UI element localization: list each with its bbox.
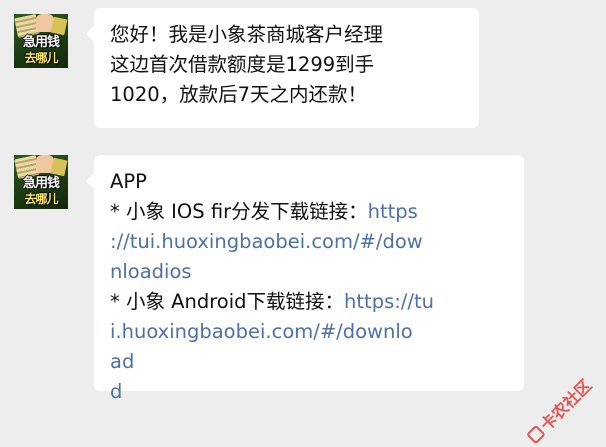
ios-download-label: * 小象 IOS fir分发下载链接： bbox=[110, 200, 368, 223]
ios-download-link[interactable]: nloadios bbox=[110, 257, 510, 287]
ios-download-link[interactable]: ://tui.huoxingbaobei.com/#/dow bbox=[110, 227, 510, 257]
android-download-link[interactable]: i.huoxingbaobei.com/#/downlo bbox=[110, 317, 510, 347]
android-download-link[interactable]: ad bbox=[110, 350, 134, 373]
watermark: 卡农社区 bbox=[522, 373, 596, 447]
message-bubble[interactable]: 您好！我是小象茶商城客户经理 这边首次借款额度是1299到手 1020，放款后7… bbox=[86, 8, 479, 128]
avatar-caption-top: 急用钱 bbox=[22, 35, 60, 50]
avatar-caption-bottom: 去哪儿 bbox=[24, 192, 58, 206]
message-text: 这边首次借款额度是1299到手 bbox=[110, 53, 375, 76]
watermark-text: 卡农社区 bbox=[536, 375, 596, 435]
sender-avatar[interactable]: 急用钱 去哪儿 bbox=[14, 14, 68, 68]
avatar-caption-bottom: 去哪儿 bbox=[24, 51, 58, 65]
ios-download-link[interactable]: https bbox=[368, 200, 418, 223]
banknote-icon bbox=[50, 16, 68, 36]
android-download-link[interactable]: d bbox=[110, 377, 510, 407]
android-download-label: * 小象 Android下载链接： bbox=[110, 290, 345, 313]
android-download-link[interactable]: https://tu bbox=[344, 290, 434, 313]
message-text: 您好！我是小象茶商城客户经理 bbox=[110, 23, 384, 46]
message-title: APP bbox=[110, 170, 147, 193]
message-bubble[interactable]: APP * 小象 IOS fir分发下载链接：https ://tui.huox… bbox=[86, 155, 524, 403]
avatar-caption-top: 急用钱 bbox=[22, 176, 60, 191]
message-text: 1020，放款后7天之内还款！ bbox=[110, 83, 368, 106]
sender-avatar[interactable]: 急用钱 去哪儿 bbox=[14, 155, 68, 209]
banknote-icon bbox=[50, 157, 68, 177]
